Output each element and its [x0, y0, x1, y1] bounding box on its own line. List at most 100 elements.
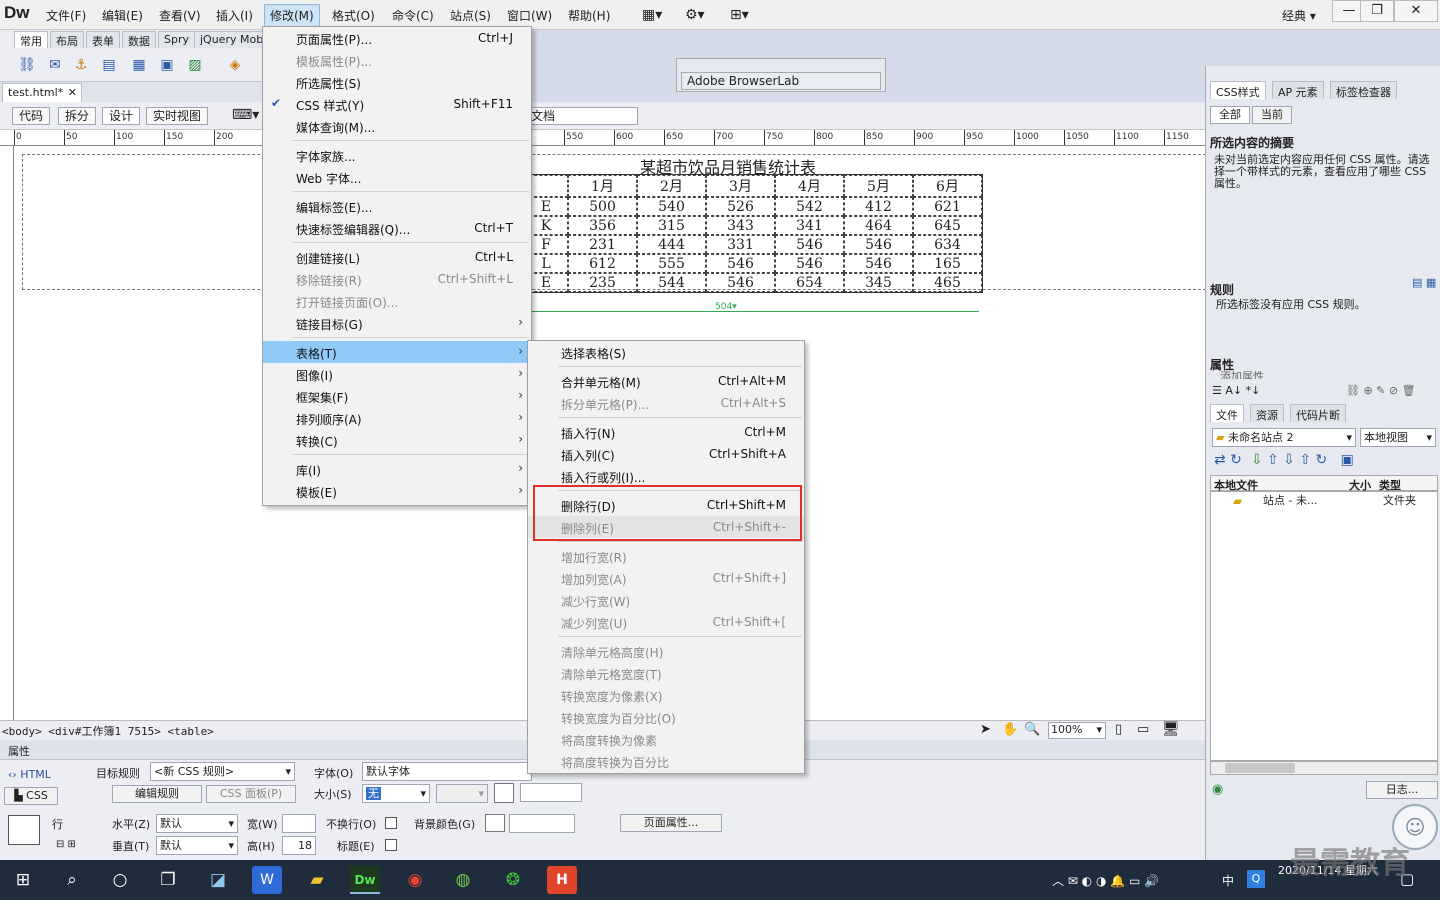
tab-data[interactable]: 数据	[122, 31, 156, 48]
tablet-size-icon[interactable]: ▭	[1137, 722, 1149, 737]
hbuilder-app-icon[interactable]: H	[547, 866, 577, 894]
inspect-icon[interactable]: ⌨▾	[226, 107, 265, 125]
sales-table[interactable]: 1月 2月 3月 4月 5月 6月 E 500 540 526 542 412 …	[523, 174, 983, 293]
table-cell[interactable]: 654	[775, 273, 844, 292]
props-view-icons[interactable]: ☰ A↓ *↓	[1212, 384, 1260, 397]
table-cell[interactable]: 3月	[706, 175, 775, 197]
menu-item-templates[interactable]: 模板(E) ›	[263, 480, 531, 502]
submenu-clear-cell-heights[interactable]: 清除单元格高度(H)	[528, 640, 804, 662]
table-cell[interactable]: 546	[844, 254, 913, 273]
table-cell[interactable]: 444	[637, 235, 706, 254]
submenu-clear-cell-widths[interactable]: 清除单元格宽度(T)	[528, 662, 804, 684]
submenu-decrease-column-span[interactable]: 减少列宽(U) Ctrl+Shift+[	[528, 611, 804, 633]
notepad-app-icon[interactable]: ◪	[203, 866, 233, 894]
menu-insert[interactable]: 插入(I)	[216, 7, 253, 24]
table-cell[interactable]: 526	[706, 197, 775, 216]
gear-icon[interactable]: ⚙▾	[685, 7, 705, 23]
menu-view[interactable]: 查看(V)	[159, 7, 201, 24]
menu-format[interactable]: 格式(O)	[332, 7, 375, 24]
table-cell[interactable]: 555	[637, 254, 706, 273]
media-icon[interactable]: ◈	[226, 56, 244, 74]
tab-assets[interactable]: 资源	[1250, 404, 1284, 422]
table-cell[interactable]: 621	[913, 197, 982, 216]
submenu-insert-column[interactable]: 插入列(C) Ctrl+Shift+A	[528, 443, 804, 465]
menu-item-font-families[interactable]: 字体家族...	[263, 144, 531, 166]
table-cell[interactable]: 5月	[844, 175, 913, 197]
explorer-app-icon[interactable]: ▰	[302, 866, 332, 894]
menu-item-frameset[interactable]: 框架集(F) ›	[263, 385, 531, 407]
table-cell[interactable]: 546	[775, 235, 844, 254]
current-mode-button[interactable]: 当前	[1252, 106, 1292, 124]
menu-item-open-linked-page[interactable]: 打开链接页面(O)...	[263, 290, 531, 312]
color-input[interactable]	[520, 783, 582, 802]
add-property-link[interactable]: 添加属性	[1220, 371, 1264, 379]
table-cell[interactable]: 544	[637, 273, 706, 292]
menu-item-library[interactable]: 库(I) ›	[263, 458, 531, 480]
cortana-icon[interactable]: ○	[105, 866, 135, 894]
workspace-switcher[interactable]: 经典 ▾	[1282, 7, 1316, 24]
menu-item-make-link[interactable]: 创建链接(L) Ctrl+L	[263, 246, 531, 268]
site-select[interactable]: ▰ 未命名站点 2 ▾	[1212, 428, 1356, 447]
table-cell[interactable]: 634	[913, 235, 982, 254]
table-cell[interactable]: 165	[913, 254, 982, 273]
html-tab[interactable]: ‹› HTML	[8, 768, 51, 781]
menu-help[interactable]: 帮助(H)	[568, 7, 610, 24]
table-icon[interactable]: ▦	[130, 56, 148, 74]
log-button[interactable]: 日志...	[1366, 781, 1438, 799]
table-cell[interactable]: 540	[637, 197, 706, 216]
browserlab-tab[interactable]: Adobe BrowserLab	[681, 72, 881, 90]
layout-icon[interactable]: ▦▾	[642, 7, 662, 23]
anchor-icon[interactable]: ⚓	[72, 56, 90, 74]
css-action-icons[interactable]: ⛓ ⊕ ✎ ⊘ 🗑	[1346, 384, 1416, 397]
hyperlink-icon[interactable]: ⛓	[18, 56, 36, 74]
menu-item-quick-tag-editor[interactable]: 快速标签编辑器(Q)... Ctrl+T	[263, 217, 531, 239]
table-cell[interactable]: 1月	[568, 175, 637, 197]
table-cell[interactable]: 341	[775, 216, 844, 235]
menu-item-remove-link[interactable]: 移除链接(R) Ctrl+Shift+L	[263, 268, 531, 290]
ime-indicator[interactable]: 中	[1222, 872, 1234, 889]
wps-app-icon[interactable]: W	[252, 866, 282, 894]
zoom-tool-icon[interactable]: 🔍	[1024, 722, 1040, 737]
bg-color-input[interactable]	[509, 814, 575, 833]
table-width-indicator[interactable]	[530, 292, 979, 312]
font-select[interactable]: 默认字体	[362, 762, 532, 781]
table-cell[interactable]: 546	[775, 254, 844, 273]
tab-forms[interactable]: 表单	[86, 31, 120, 48]
submenu-heights-to-pixels[interactable]: 将高度转换为像素	[528, 728, 804, 750]
menu-item-css-styles[interactable]: ✔ CSS 样式(Y) Shift+F11	[263, 93, 531, 115]
table-cell[interactable]: 465	[913, 273, 982, 292]
table-cell[interactable]: 231	[568, 235, 637, 254]
css-panel-button[interactable]: CSS 面板(P)	[206, 785, 296, 803]
search-icon[interactable]: ⌕	[57, 866, 87, 894]
color-picker[interactable]	[494, 783, 514, 803]
all-mode-button[interactable]: 全部	[1210, 106, 1250, 124]
list-item[interactable]: 站点 - 未...	[1263, 495, 1317, 507]
select-tool-icon[interactable]: ➤	[980, 722, 991, 737]
file-list[interactable]: ▰ 站点 - 未... 文件夹	[1210, 491, 1438, 761]
table-cell[interactable]: 235	[568, 273, 637, 292]
tab-spry[interactable]: Spry	[158, 31, 195, 48]
target-rule-select[interactable]: <新 CSS 规则> ▾	[150, 762, 295, 781]
table-cell[interactable]: 345	[844, 273, 913, 292]
menu-item-convert[interactable]: 转换(C) ›	[263, 429, 531, 451]
hand-tool-icon[interactable]: ✋	[1002, 722, 1018, 737]
menu-site[interactable]: 站点(S)	[450, 7, 491, 24]
table-cell[interactable]: 546	[706, 254, 775, 273]
close-icon[interactable]: ✕	[1394, 0, 1438, 22]
design-view-button[interactable]: 设计	[102, 107, 141, 125]
table-cell[interactable]: 2月	[637, 175, 706, 197]
horiz-align-select[interactable]: 默认 ▾	[156, 814, 238, 833]
menu-item-selected-properties[interactable]: 所选属性(S)	[263, 71, 531, 93]
table-cell[interactable]: 6月	[913, 175, 982, 197]
menu-item-edit-tag[interactable]: 编辑标签(E)...	[263, 195, 531, 217]
submenu-increase-column-span[interactable]: 增加列宽(A) Ctrl+Shift+]	[528, 567, 804, 589]
merge-split-icon[interactable]: ⊟ ⊞	[56, 839, 76, 850]
page-properties-button[interactable]: 页面属性...	[620, 814, 722, 832]
table-width-label[interactable]: 504▾	[715, 302, 737, 312]
height-input[interactable]: 18	[282, 836, 316, 855]
document-title-input[interactable]: 文档	[526, 107, 638, 125]
menu-item-link-target[interactable]: 链接目标(G) ›	[263, 312, 531, 334]
chrome-app-icon[interactable]: ◉	[400, 866, 430, 894]
table-cell[interactable]: 343	[706, 216, 775, 235]
table-cell[interactable]: 4月	[775, 175, 844, 197]
